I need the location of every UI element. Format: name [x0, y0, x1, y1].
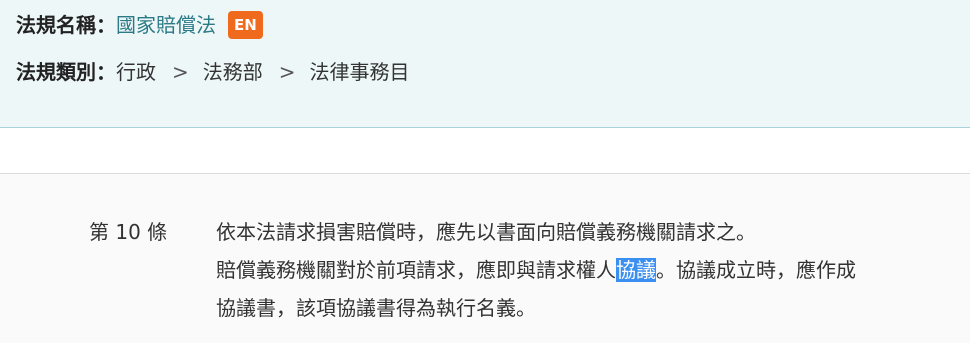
law-name-link[interactable]: 國家賠償法: [116, 11, 216, 39]
breadcrumb-separator: >: [278, 60, 296, 84]
law-name-label: 法規名稱：: [16, 13, 116, 37]
law-category-row: 法規類別： 行政 > 法務部 > 法律事務目: [16, 58, 410, 86]
law-article-page: 法規名稱： 國家賠償法 EN 法規類別： 行政 > 法務部 > 法律事務目 第 …: [0, 0, 970, 343]
article-content: 第 10 條 依本法請求損害賠償時，應先以書面向賠償義務機關請求之。 賠償義務機…: [0, 174, 970, 343]
breadcrumb-item-legal-affairs[interactable]: 法律事務目: [310, 58, 410, 86]
paragraph-2-text-before: 賠償義務機關對於前項請求，應即與請求權人: [216, 258, 616, 282]
paragraph-2-text-after: 。協議成立時，應作成: [656, 258, 856, 282]
breadcrumb-item-administration[interactable]: 行政: [116, 58, 156, 86]
law-header: 法規名稱： 國家賠償法 EN 法規類別： 行政 > 法務部 > 法律事務目: [0, 0, 970, 128]
breadcrumb-item-ministry-of-justice[interactable]: 法務部: [203, 58, 263, 86]
article-paragraph-2: 賠償義務機關對於前項請求，應即與請求權人協議。協議成立時，應作成: [216, 256, 961, 294]
article-text: 依本法請求損害賠償時，應先以書面向賠償義務機關請求之。 賠償義務機關對於前項請求…: [216, 218, 961, 332]
selected-text-highlight[interactable]: 協議: [616, 258, 656, 282]
section-divider: [0, 128, 970, 174]
article-paragraph-2-continued: 協議書，該項協議書得為執行名義。: [216, 296, 536, 320]
breadcrumb-separator: >: [172, 60, 189, 84]
law-name-row: 法規名稱： 國家賠償法 EN: [16, 11, 263, 39]
law-category-label: 法規類別：: [16, 60, 116, 84]
article-paragraph-1: 依本法請求損害賠償時，應先以書面向賠償義務機關請求之。: [216, 220, 756, 244]
english-version-button[interactable]: EN: [228, 11, 263, 39]
article-number: 第 10 條: [89, 220, 168, 244]
